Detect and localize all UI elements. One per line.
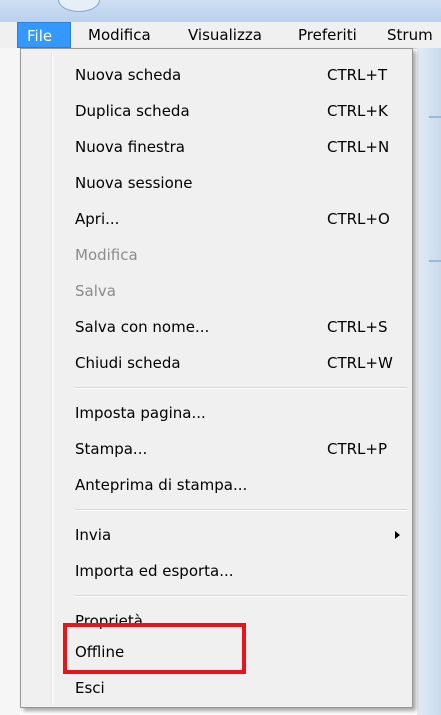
- menu-item-esci[interactable]: Esci: [55, 670, 410, 706]
- menu-item-label: Importa ed esporta...: [75, 562, 234, 580]
- menu-item-label: Stampa...: [75, 440, 148, 458]
- menu-item-nuova-finestra[interactable]: Nuova finestra CTRL+N: [55, 129, 410, 165]
- menu-item-label: Salva con nome...: [75, 318, 210, 336]
- menu-item-label: Invia: [75, 526, 112, 544]
- menu-gutter-line: [51, 51, 53, 705]
- menu-item-modifica: Modifica: [55, 237, 410, 273]
- menubar-file[interactable]: File: [17, 22, 71, 48]
- menu-item-shortcut: CTRL+S: [327, 318, 388, 336]
- menubar-preferiti[interactable]: Preferiti: [298, 22, 357, 48]
- window-titlebar-strip: [0, 0, 441, 22]
- menubar-strumenti[interactable]: Strum: [387, 22, 433, 48]
- menu-item-importa-ed-esporta[interactable]: Importa ed esporta...: [55, 553, 410, 589]
- menu-item-nuova-scheda[interactable]: Nuova scheda CTRL+T: [55, 57, 410, 93]
- menu-item-label: Duplica scheda: [75, 102, 190, 120]
- menu-item-imposta-pagina[interactable]: Imposta pagina...: [55, 395, 410, 431]
- menu-item-nuova-sessione[interactable]: Nuova sessione: [55, 165, 410, 201]
- menu-item-label: Chiudi scheda: [75, 354, 181, 372]
- menu-item-label: Esci: [75, 679, 105, 697]
- menubar-modifica[interactable]: Modifica: [88, 22, 151, 48]
- menu-item-anteprima-di-stampa[interactable]: Anteprima di stampa...: [55, 467, 410, 503]
- menu-item-label: Apri...: [75, 210, 120, 228]
- menu-item-salva: Salva: [55, 273, 410, 309]
- file-menu-dropdown: Nuova scheda CTRL+T Duplica scheda CTRL+…: [20, 48, 413, 708]
- menu-item-label: Offline: [75, 643, 125, 661]
- menu-separator: [75, 509, 407, 511]
- menu-item-invia[interactable]: Invia: [55, 517, 410, 553]
- menu-item-shortcut: CTRL+K: [327, 102, 388, 120]
- menu-item-label: Nuova scheda: [75, 66, 182, 84]
- menu-item-label: Nuova finestra: [75, 138, 185, 156]
- menu-item-label: Anteprima di stampa...: [75, 476, 248, 494]
- window-right-background: [417, 48, 441, 715]
- menu-item-salva-con-nome[interactable]: Salva con nome... CTRL+S: [55, 309, 410, 345]
- menu-item-apri[interactable]: Apri... CTRL+O: [55, 201, 410, 237]
- menu-separator: [75, 595, 407, 597]
- menu-item-label: Imposta pagina...: [75, 404, 206, 422]
- menu-item-shortcut: CTRL+O: [327, 210, 390, 228]
- menu-separator: [75, 387, 407, 389]
- chevron-right-icon: [395, 531, 400, 539]
- background-divider: [429, 116, 441, 118]
- menu-item-stampa[interactable]: Stampa... CTRL+P: [55, 431, 410, 467]
- menu-item-shortcut: CTRL+T: [327, 66, 388, 84]
- menu-item-shortcut: CTRL+N: [327, 138, 390, 156]
- menu-item-shortcut: CTRL+P: [327, 440, 388, 458]
- window-left-edge: [0, 48, 20, 715]
- menu-item-chiudi-scheda[interactable]: Chiudi scheda CTRL+W: [55, 345, 410, 381]
- menu-item-label: Modifica: [75, 246, 138, 264]
- menu-item-label: Salva: [75, 282, 116, 300]
- menu-item-shortcut: CTRL+W: [327, 354, 393, 372]
- menu-item-label: Nuova sessione: [75, 174, 193, 192]
- menu-item-duplica-scheda[interactable]: Duplica scheda CTRL+K: [55, 93, 410, 129]
- menubar-visualizza[interactable]: Visualizza: [188, 22, 262, 48]
- menu-bar: File Modifica Visualizza Preferiti Strum: [0, 22, 441, 49]
- background-divider: [429, 260, 441, 262]
- browser-logo-edge: [58, 0, 100, 12]
- menu-item-offline[interactable]: Offline: [55, 634, 410, 670]
